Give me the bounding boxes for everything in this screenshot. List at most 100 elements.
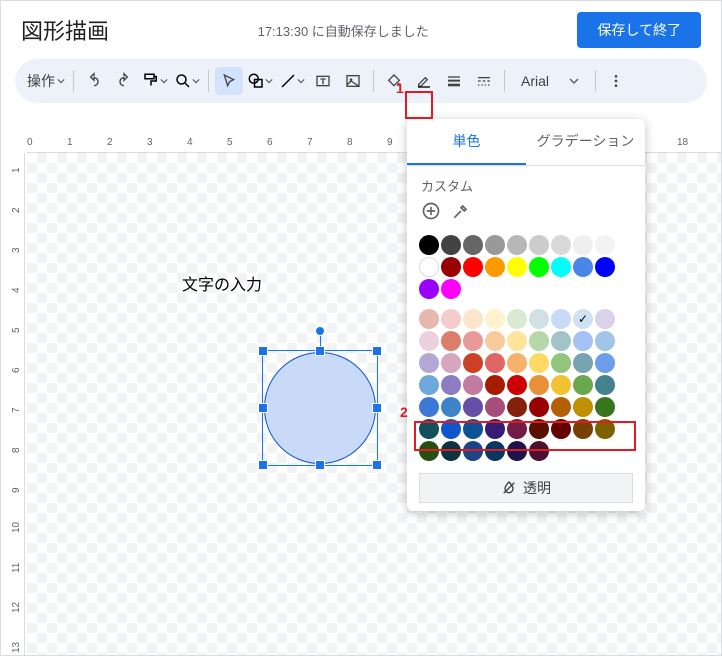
rotation-handle[interactable]: [315, 326, 325, 336]
color-swatch[interactable]: [463, 257, 483, 277]
color-swatch[interactable]: [507, 397, 527, 417]
add-color-icon[interactable]: [421, 201, 441, 221]
color-swatch[interactable]: [485, 235, 505, 255]
undo-button[interactable]: [80, 67, 108, 95]
color-swatch[interactable]: [463, 331, 483, 351]
image-tool[interactable]: [339, 67, 367, 95]
color-swatch[interactable]: [529, 441, 549, 461]
color-swatch[interactable]: [441, 235, 461, 255]
text-element[interactable]: 文字の入力: [182, 271, 262, 295]
more-button[interactable]: [602, 67, 630, 95]
color-swatch[interactable]: [507, 309, 527, 329]
actions-menu[interactable]: 操作: [23, 71, 67, 91]
color-swatch[interactable]: [507, 419, 527, 439]
tab-gradient[interactable]: グラデーション: [526, 119, 645, 165]
color-swatch[interactable]: [551, 257, 571, 277]
color-swatch[interactable]: [441, 441, 461, 461]
paint-format-button[interactable]: [140, 72, 170, 90]
color-swatch[interactable]: [419, 309, 439, 329]
color-swatch[interactable]: [507, 331, 527, 351]
color-swatch[interactable]: [551, 235, 571, 255]
color-swatch[interactable]: [463, 441, 483, 461]
color-swatch[interactable]: [463, 235, 483, 255]
color-swatch[interactable]: [419, 397, 439, 417]
resize-handle-sw[interactable]: [258, 460, 268, 470]
color-swatch[interactable]: [441, 257, 461, 277]
color-swatch[interactable]: [419, 375, 439, 395]
color-swatch[interactable]: [463, 419, 483, 439]
resize-handle-se[interactable]: [372, 460, 382, 470]
color-swatch[interactable]: [595, 309, 615, 329]
color-swatch[interactable]: [507, 375, 527, 395]
color-swatch[interactable]: [441, 397, 461, 417]
tab-solid[interactable]: 単色: [407, 119, 526, 165]
selected-shape[interactable]: [264, 352, 376, 464]
zoom-button[interactable]: [172, 72, 202, 90]
border-color-button[interactable]: [410, 67, 438, 95]
resize-handle-n[interactable]: [315, 346, 325, 356]
resize-handle-s[interactable]: [315, 460, 325, 470]
color-swatch[interactable]: [507, 235, 527, 255]
color-swatch[interactable]: [507, 353, 527, 373]
color-swatch[interactable]: [529, 375, 549, 395]
color-swatch[interactable]: [573, 309, 593, 329]
color-swatch[interactable]: [507, 441, 527, 461]
color-swatch[interactable]: [485, 331, 505, 351]
resize-handle-e[interactable]: [372, 403, 382, 413]
color-swatch[interactable]: [529, 397, 549, 417]
color-swatch[interactable]: [529, 235, 549, 255]
color-swatch[interactable]: [551, 397, 571, 417]
resize-handle-w[interactable]: [258, 403, 268, 413]
border-dash-button[interactable]: [470, 67, 498, 95]
color-swatch[interactable]: [419, 279, 439, 299]
color-swatch[interactable]: [595, 375, 615, 395]
color-swatch[interactable]: [485, 375, 505, 395]
resize-handle-ne[interactable]: [372, 346, 382, 356]
color-swatch[interactable]: [529, 257, 549, 277]
color-swatch[interactable]: [419, 441, 439, 461]
color-swatch[interactable]: [441, 331, 461, 351]
eyedropper-icon[interactable]: [451, 201, 471, 221]
color-swatch[interactable]: [463, 397, 483, 417]
color-swatch[interactable]: [595, 397, 615, 417]
color-swatch[interactable]: [595, 419, 615, 439]
color-swatch[interactable]: [441, 309, 461, 329]
color-swatch[interactable]: [529, 309, 549, 329]
color-swatch[interactable]: [441, 353, 461, 373]
color-swatch[interactable]: [485, 353, 505, 373]
color-swatch[interactable]: [419, 419, 439, 439]
color-swatch[interactable]: [551, 309, 571, 329]
color-swatch[interactable]: [573, 419, 593, 439]
color-swatch[interactable]: [419, 257, 439, 277]
color-swatch[interactable]: [485, 441, 505, 461]
color-swatch[interactable]: [485, 419, 505, 439]
color-swatch[interactable]: [485, 257, 505, 277]
color-swatch[interactable]: [573, 353, 593, 373]
shape-tool[interactable]: [245, 72, 275, 90]
color-swatch[interactable]: [551, 331, 571, 351]
color-swatch[interactable]: [463, 353, 483, 373]
color-swatch[interactable]: [529, 419, 549, 439]
color-swatch[interactable]: [551, 375, 571, 395]
color-swatch[interactable]: [507, 257, 527, 277]
select-tool[interactable]: [215, 67, 243, 95]
color-swatch[interactable]: [441, 419, 461, 439]
color-swatch[interactable]: [485, 309, 505, 329]
color-swatch[interactable]: [573, 235, 593, 255]
color-swatch[interactable]: [595, 331, 615, 351]
resize-handle-nw[interactable]: [258, 346, 268, 356]
color-swatch[interactable]: [551, 419, 571, 439]
color-swatch[interactable]: [551, 353, 571, 373]
color-swatch[interactable]: [419, 353, 439, 373]
color-swatch[interactable]: [595, 257, 615, 277]
color-swatch[interactable]: [463, 375, 483, 395]
border-weight-button[interactable]: [440, 67, 468, 95]
color-swatch[interactable]: [573, 397, 593, 417]
color-swatch[interactable]: [529, 331, 549, 351]
redo-button[interactable]: [110, 67, 138, 95]
font-selector[interactable]: Arial: [511, 73, 589, 89]
color-swatch[interactable]: [441, 375, 461, 395]
save-and-close-button[interactable]: 保存して終了: [577, 12, 701, 48]
color-swatch[interactable]: [463, 309, 483, 329]
color-swatch[interactable]: [573, 331, 593, 351]
